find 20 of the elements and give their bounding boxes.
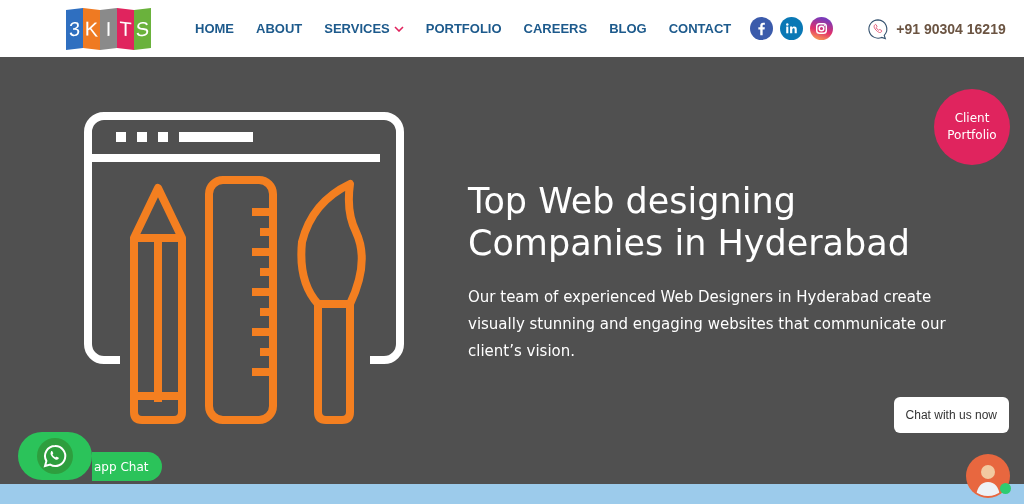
hero-heading: Top Web designing Companies in Hyderabad	[468, 180, 911, 264]
linkedin-icon[interactable]	[780, 17, 804, 40]
logo[interactable]: 3 K I T S	[66, 8, 151, 49]
client-portfolio-button[interactable]: Client Portfolio	[934, 89, 1010, 165]
phone-number[interactable]: +91 90304 16219	[896, 20, 1006, 37]
hero-description: Our team of experienced Web Designers in Hyderabad create visually stunning and engaging websites that communicate our client’s vision.	[468, 287, 947, 362]
nav-link[interactable]: CAREERS	[523, 21, 588, 36]
nav-link[interactable]: BLOG	[609, 21, 647, 36]
nav-link[interactable]: ABOUT	[256, 21, 303, 36]
nav-link[interactable]: HOME	[195, 21, 234, 36]
instagram-icon[interactable]	[810, 17, 834, 40]
nav-link[interactable]: CONTACT	[668, 21, 732, 36]
facebook-icon[interactable]	[750, 17, 774, 40]
whatsapp-button[interactable]	[18, 432, 92, 480]
phone-icon	[867, 17, 890, 40]
agent-avatar[interactable]	[966, 454, 1010, 498]
nav-link[interactable]: PORTFOLIO	[425, 21, 502, 36]
whatsapp-icon	[37, 438, 73, 474]
nav-link[interactable]: SERVICES	[324, 21, 404, 36]
chat-prompt[interactable]: Chat with us now	[893, 397, 1009, 433]
